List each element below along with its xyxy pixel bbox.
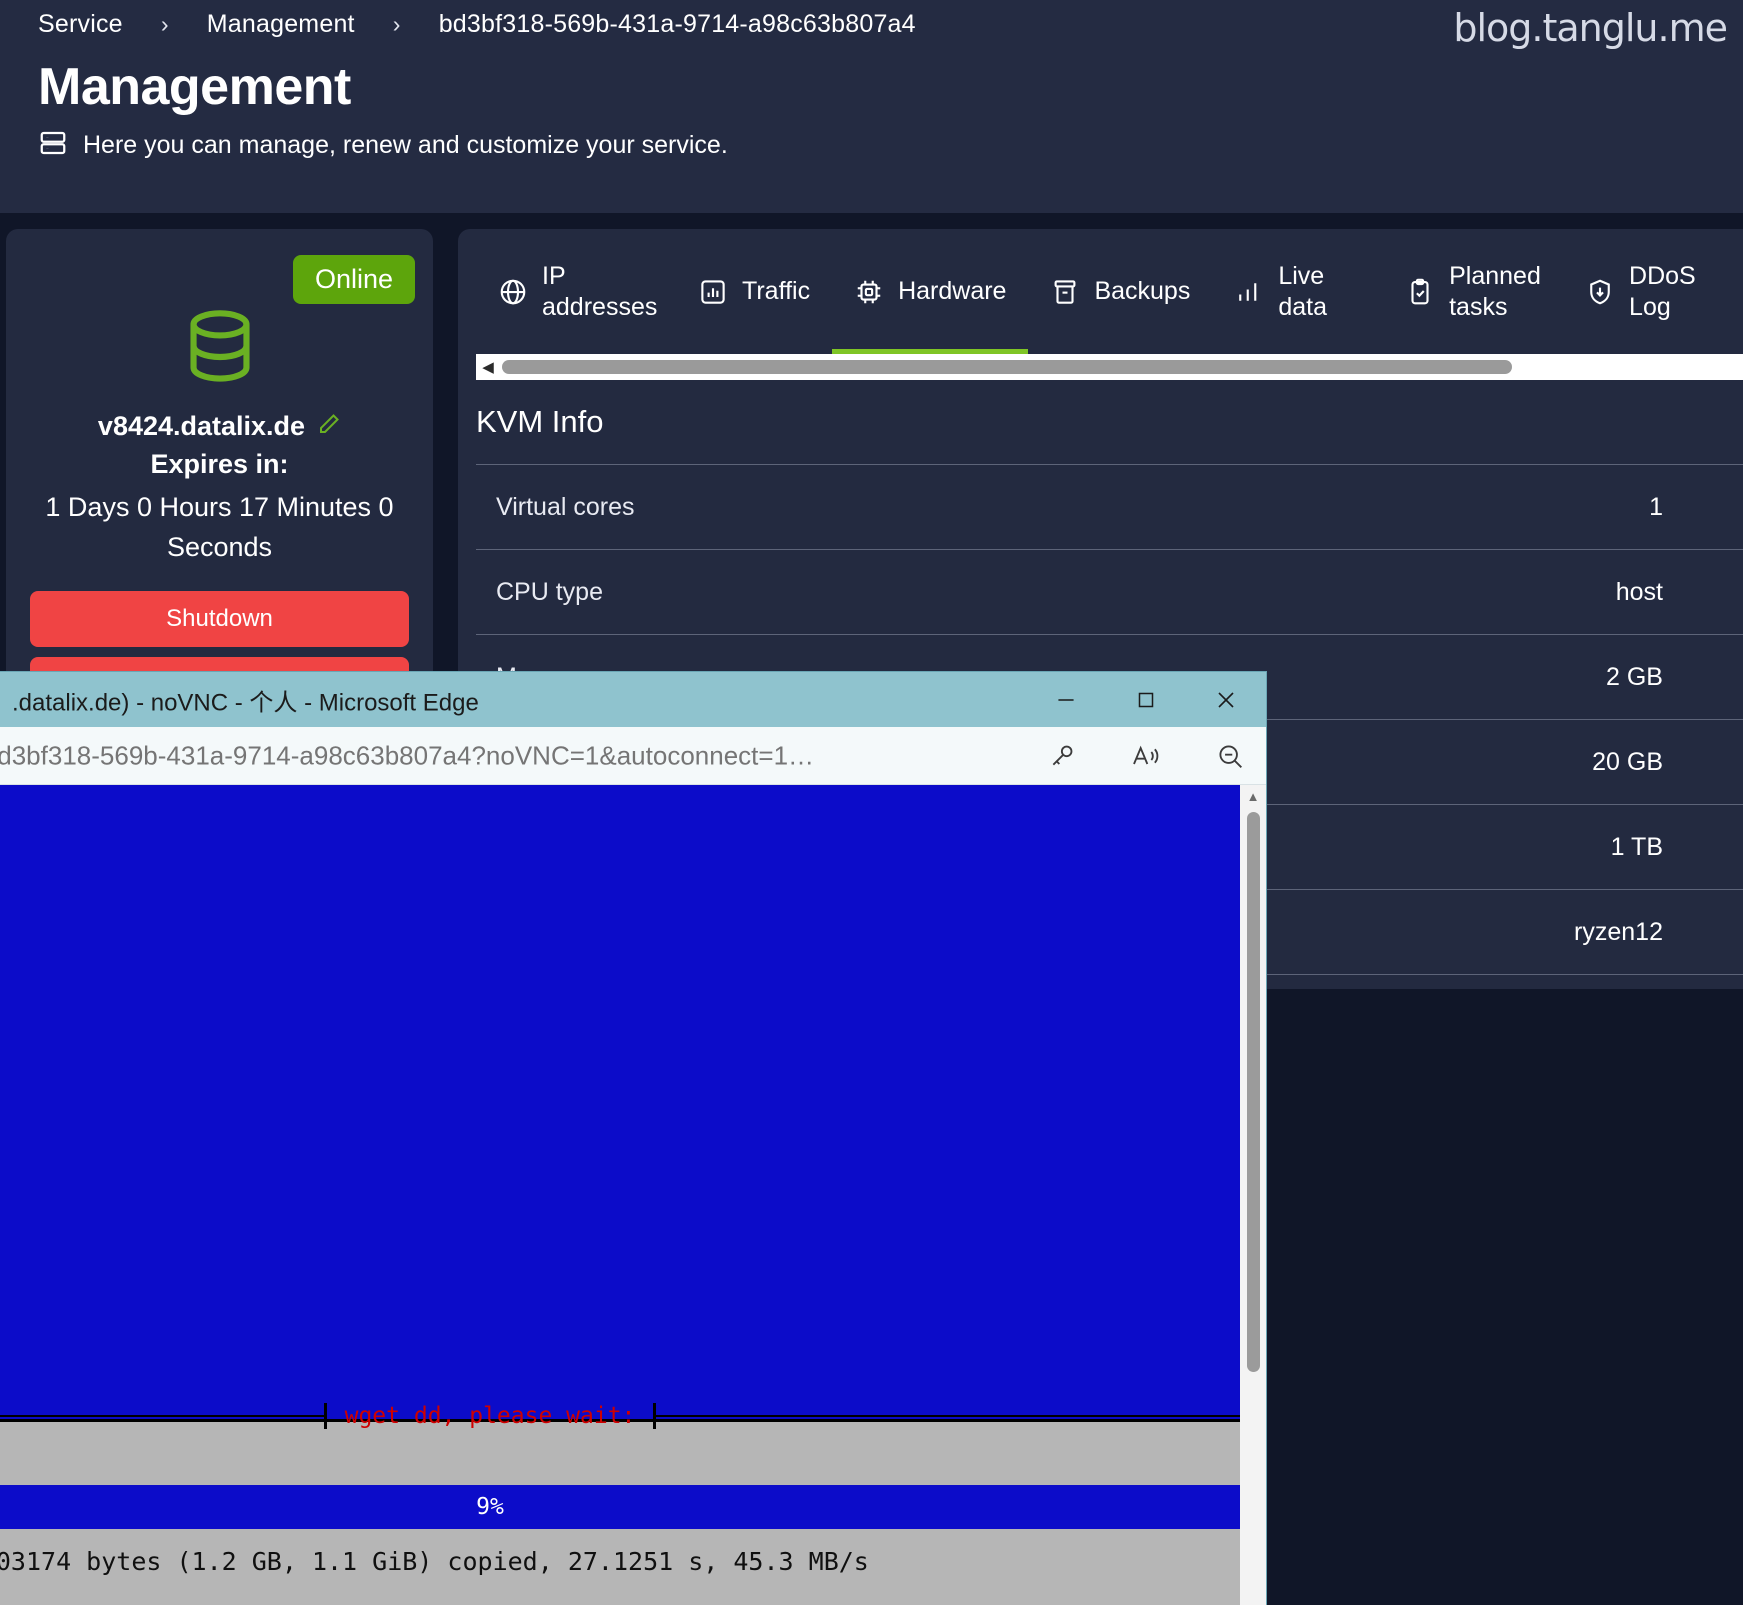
address-bar[interactable]: datalix.de/cp/service/bd3bf318-569b-431a… <box>0 740 814 771</box>
shield-down-icon <box>1585 277 1615 307</box>
hostname: v8424.datalix.de <box>97 411 306 441</box>
breadcrumb: Service › Management › bd3bf318-569b-431… <box>38 10 916 39</box>
breadcrumb-separator: › <box>392 11 401 37</box>
key-icon[interactable] <box>1040 734 1084 778</box>
table-row: CPU type host <box>476 549 1743 634</box>
tab-live-data[interactable]: Live data <box>1212 229 1383 354</box>
tab-label: DDoS Log <box>1629 261 1696 321</box>
edge-window-title: .datalix.de) - noVNC - 个人 - Microsoft Ed… <box>12 689 479 716</box>
tab-planned-tasks[interactable]: Planned tasks <box>1383 229 1563 354</box>
tab-label: IP addresses <box>542 261 658 321</box>
terminal-status-line: lease wait: 1229003174 bytes (1.2 GB, 1.… <box>0 1547 869 1576</box>
breadcrumb-item-management[interactable]: Management <box>207 10 355 39</box>
tab-label: Hardware <box>898 277 1007 305</box>
novnc-vertical-scrollbar[interactable]: ▲ <box>1240 785 1266 1605</box>
row-value: 20 GB <box>1592 747 1663 776</box>
globe-icon <box>498 277 528 307</box>
site-brand: blog.tanglu.me <box>1453 6 1728 50</box>
tab-ip-addresses[interactable]: IP addresses <box>476 229 676 354</box>
expires-label: Expires in: <box>150 449 289 479</box>
page-subtitle: Here you can manage, renew and customize… <box>38 128 728 163</box>
server-icon <box>38 128 68 163</box>
toolbar-icons <box>1040 734 1252 778</box>
hostname-row: v8424.datalix.de <box>6 411 433 442</box>
window-controls <box>1026 672 1266 727</box>
row-key: CPU type <box>496 577 603 606</box>
row-key: Virtual cores <box>496 492 635 521</box>
shutdown-button[interactable]: Shutdown <box>30 591 409 647</box>
kvm-info-title: KVM Info <box>476 404 604 439</box>
table-row: Virtual cores 1 <box>476 464 1743 549</box>
edge-title-bar[interactable]: .datalix.de) - noVNC - 个人 - Microsoft Ed… <box>0 672 1266 727</box>
scrollbar-thumb[interactable] <box>502 360 1512 374</box>
novnc-canvas[interactable]: wget dd, please wait: 9% lease wait: 122… <box>0 785 1240 1605</box>
row-value: 1 <box>1649 492 1663 521</box>
archive-icon <box>1050 277 1080 307</box>
page-subtitle-text: Here you can manage, renew and customize… <box>83 131 728 159</box>
microsoft-edge-window: .datalix.de) - noVNC - 个人 - Microsoft Ed… <box>0 672 1266 1605</box>
bar-chart-icon <box>698 277 728 307</box>
tab-bar: IP addresses Traffic Hardware Backups Li… <box>458 229 1743 354</box>
tabs-horizontal-scrollbar[interactable]: ◀ <box>476 354 1743 380</box>
scrollbar-thumb[interactable] <box>1246 812 1260 1372</box>
gauge-rule-right <box>656 1415 1240 1417</box>
gauge-rule-left <box>0 1415 324 1417</box>
clipboard-check-icon <box>1405 277 1435 307</box>
row-value: host <box>1615 577 1663 606</box>
row-value: 2 GB <box>1606 662 1663 691</box>
tab-hardware[interactable]: Hardware <box>832 229 1029 354</box>
tab-label: Live data <box>1278 261 1328 321</box>
terminal-dialog: wget dd, please wait: 9% lease wait: 122… <box>0 1403 1240 1605</box>
page-header: Service › Management › bd3bf318-569b-431… <box>0 0 1743 213</box>
zoom-out-icon[interactable] <box>1208 734 1252 778</box>
breadcrumb-separator: › <box>160 11 169 37</box>
tab-ddos-log[interactable]: DDoS Log <box>1563 229 1743 354</box>
maximize-icon[interactable] <box>1106 672 1186 727</box>
edge-address-toolbar: datalix.de/cp/service/bd3bf318-569b-431a… <box>0 727 1266 785</box>
row-value: ryzen12 <box>1574 917 1663 946</box>
tab-label: Traffic <box>742 277 811 305</box>
tab-label: Backups <box>1094 277 1191 305</box>
progress-percent-label: 9% <box>476 1494 504 1520</box>
cpu-icon <box>854 277 884 307</box>
database-icon <box>6 309 433 389</box>
gauge-caption: wget dd, please wait: <box>323 1403 657 1429</box>
row-value: 1 TB <box>1610 832 1663 861</box>
tab-backups[interactable]: Backups <box>1028 229 1212 354</box>
minimize-icon[interactable] <box>1026 672 1106 727</box>
scroll-left-arrow[interactable]: ◀ <box>476 358 500 376</box>
tab-traffic[interactable]: Traffic <box>676 229 832 354</box>
progress-bar: 9% <box>0 1485 1240 1529</box>
scroll-up-arrow[interactable]: ▲ <box>1247 789 1260 804</box>
breadcrumb-item-service-id[interactable]: bd3bf318-569b-431a-9714-a98c63b807a4 <box>439 10 916 39</box>
signal-icon <box>1234 277 1264 307</box>
page-title: Management <box>38 58 351 116</box>
gauge-title-row: wget dd, please wait: <box>0 1403 1240 1429</box>
status-badge: Online <box>292 255 415 304</box>
pencil-icon[interactable] <box>317 412 341 441</box>
url-path: /cp/service/bd3bf318-569b-431a-9714-a98c… <box>0 740 815 770</box>
read-aloud-icon[interactable] <box>1124 734 1168 778</box>
close-icon[interactable] <box>1186 672 1266 727</box>
expires-countdown: 1 Days 0 Hours 17 Minutes 0 Seconds <box>45 492 394 562</box>
breadcrumb-item-service[interactable]: Service <box>38 10 123 39</box>
tab-label: Planned tasks <box>1449 261 1541 321</box>
